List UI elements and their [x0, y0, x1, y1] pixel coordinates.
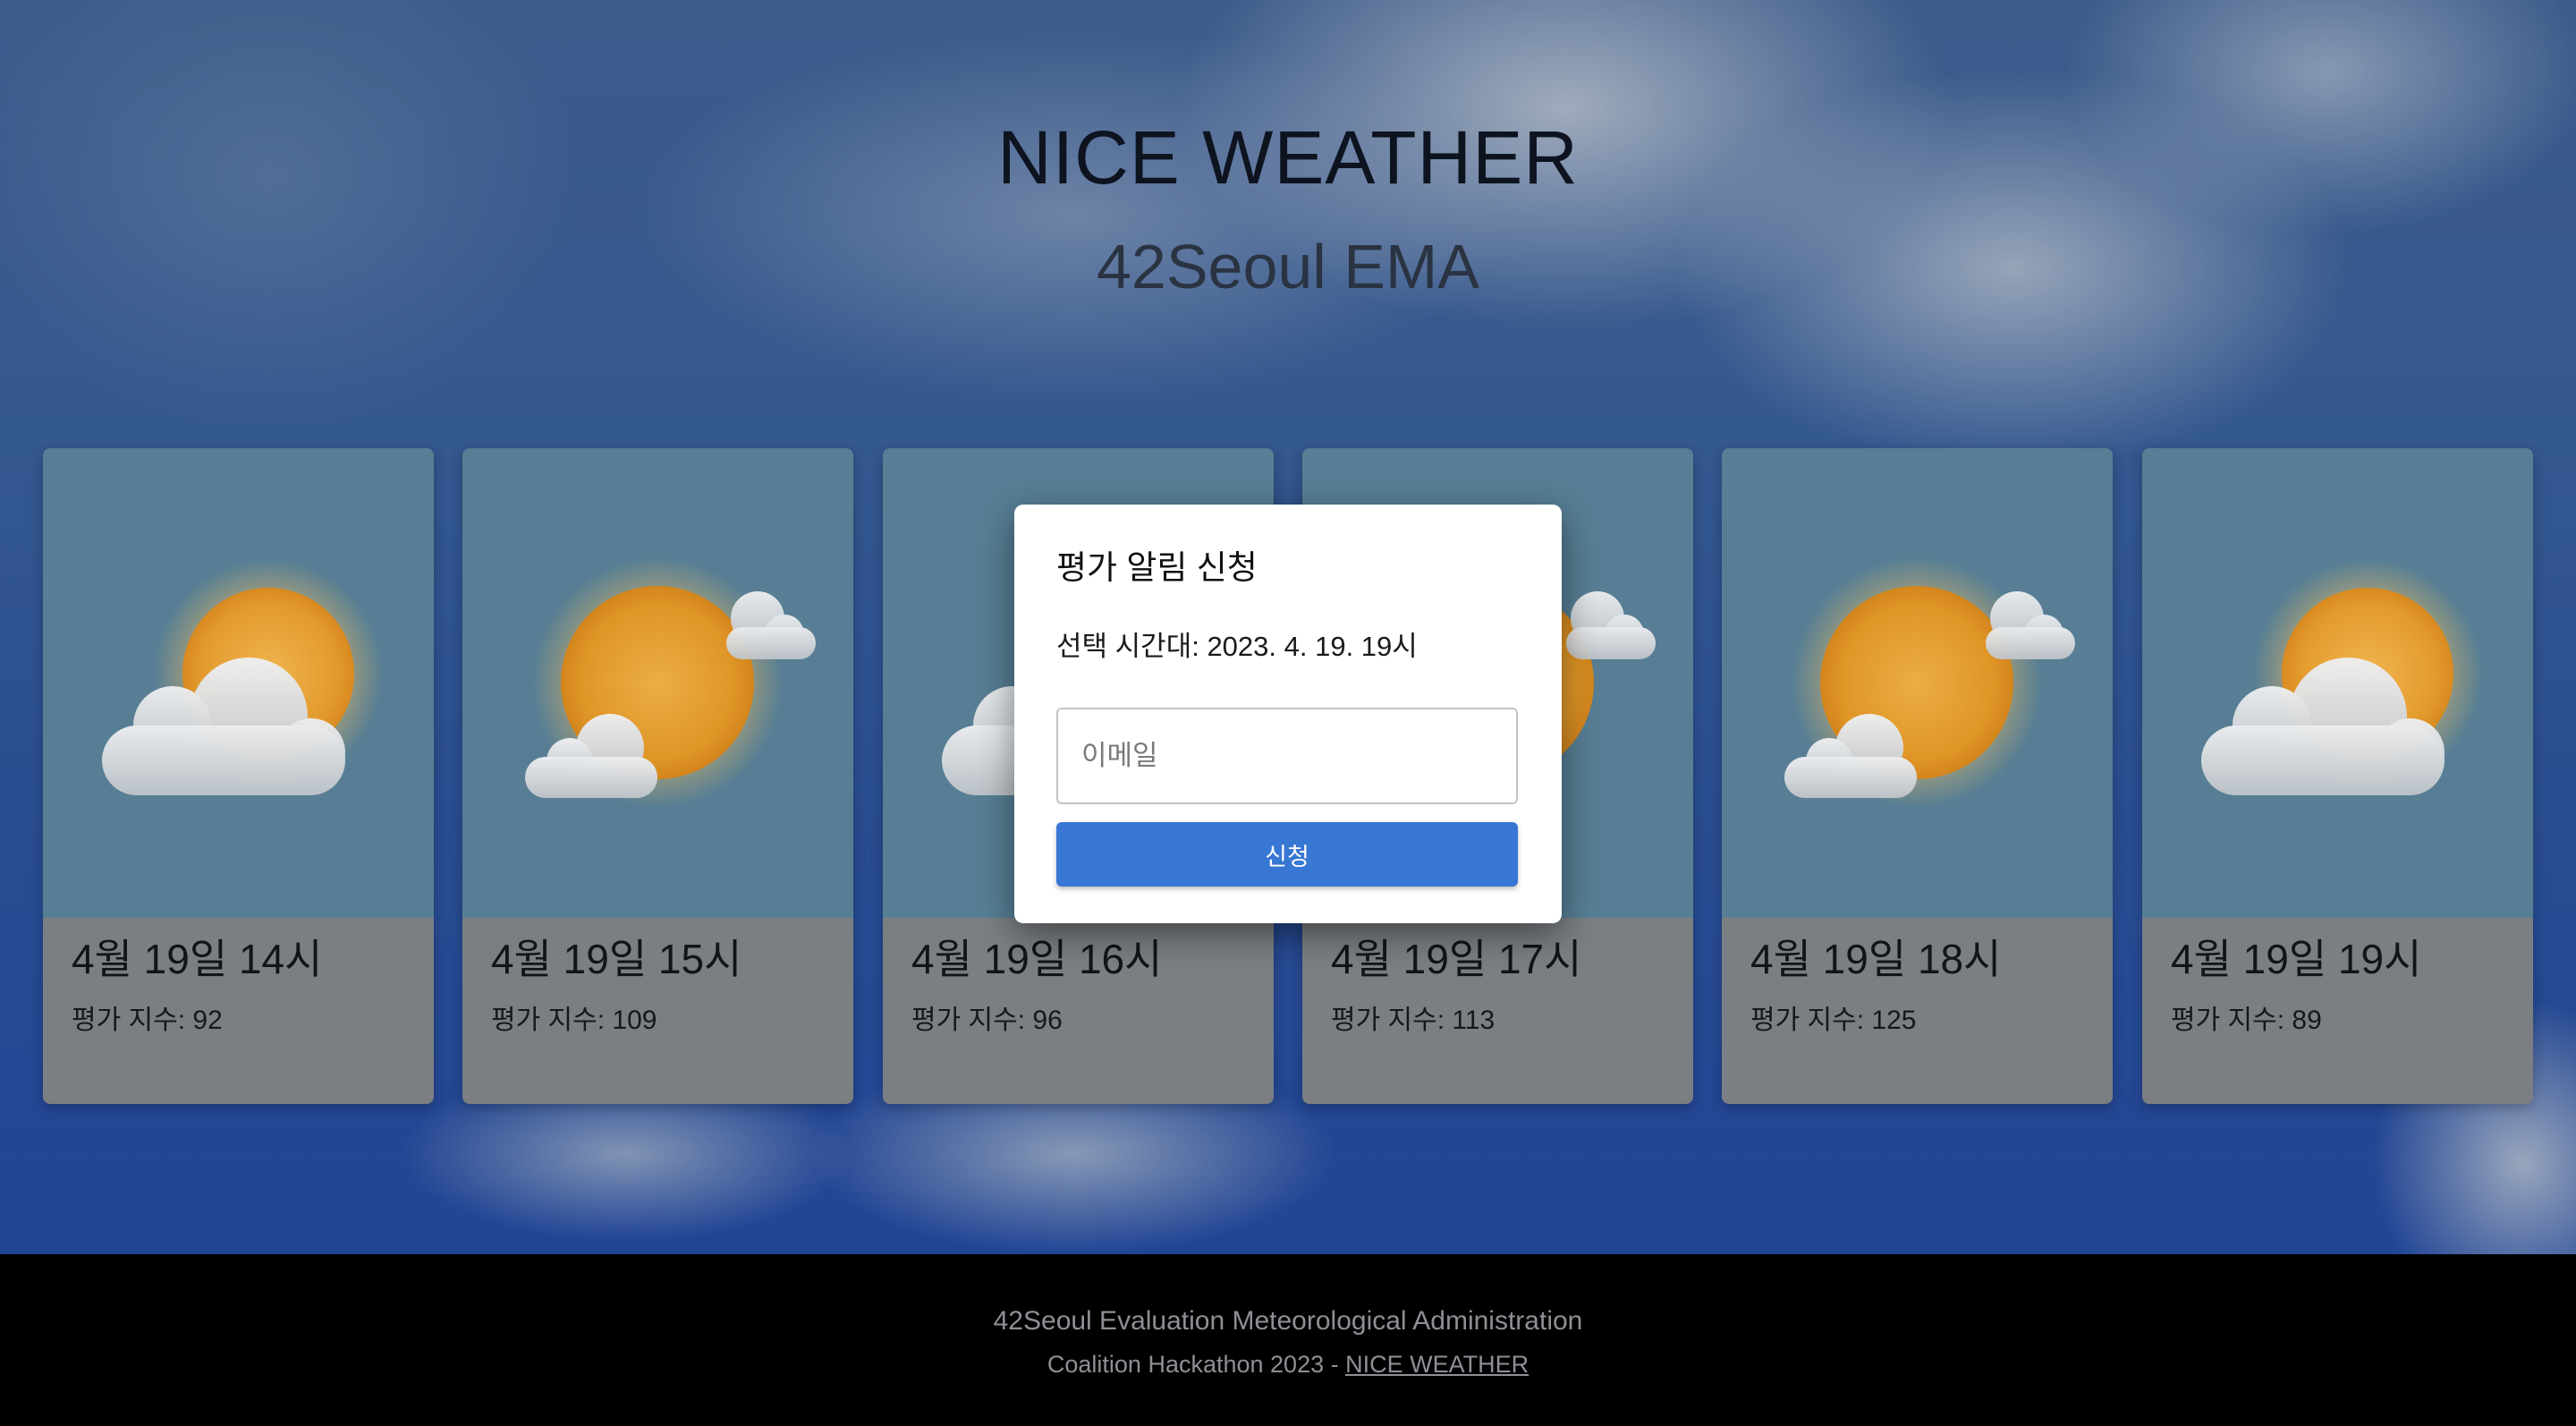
forecast-card[interactable]: 4월 19일 19시 평가 지수: 89 [2142, 448, 2533, 1104]
card-image [1722, 448, 2113, 918]
site-title: NICE WEATHER [997, 115, 1579, 199]
notification-modal: 평가 알림 신청 선택 시간대: 2023. 4. 19. 19시 신청 [1014, 505, 1562, 923]
card-time: 4월 19일 18시 [1750, 936, 2002, 982]
sun-behind-small-cloud-icon [525, 557, 816, 808]
card-score: 평가 지수: 92 [72, 1006, 223, 1035]
card-image [2142, 448, 2533, 918]
forecast-card[interactable]: 4월 19일 14시 평가 지수: 92 [43, 448, 434, 1104]
footer-organization: 42Seoul Evaluation Meteorological Admini… [993, 1306, 1583, 1336]
modal-title: 평가 알림 신청 [1056, 549, 1258, 586]
card-score: 평가 지수: 125 [1750, 1006, 1917, 1035]
sun-behind-small-cloud-icon [1784, 557, 2075, 808]
footer-credit: Coalition Hackathon 2023 - NICE WEATHER [0, 1351, 2576, 1379]
footer-link[interactable]: NICE WEATHER [1345, 1351, 1529, 1378]
email-field[interactable] [1056, 708, 1518, 804]
card-time: 4월 19일 17시 [1331, 936, 1582, 982]
selected-time-label: 선택 시간대: 2023. 4. 19. 19시 [1056, 631, 1418, 662]
card-score: 평가 지수: 109 [491, 1006, 657, 1035]
card-score: 평가 지수: 113 [1331, 1006, 1496, 1035]
forecast-card[interactable]: 4월 19일 15시 평가 지수: 109 [462, 448, 853, 1104]
card-score: 평가 지수: 96 [911, 1006, 1063, 1035]
card-score: 평가 지수: 89 [2171, 1006, 2322, 1035]
card-time: 4월 19일 16시 [911, 936, 1163, 982]
card-image [462, 448, 853, 918]
submit-button[interactable]: 신청 [1056, 822, 1518, 887]
card-image [43, 448, 434, 918]
card-time: 4월 19일 19시 [2171, 936, 2422, 982]
forecast-card[interactable]: 4월 19일 18시 평가 지수: 125 [1722, 448, 2113, 1104]
site-subtitle: 42Seoul EMA [1096, 232, 1480, 301]
footer-credit-text: Coalition Hackathon 2023 - [1046, 1351, 1346, 1378]
card-time: 4월 19일 15시 [491, 936, 742, 982]
sun-behind-large-cloud-icon [102, 559, 383, 795]
card-time: 4월 19일 14시 [72, 936, 323, 982]
sun-behind-large-cloud-icon [2201, 559, 2482, 795]
footer: 42Seoul Evaluation Meteorological Admini… [0, 1254, 2576, 1426]
